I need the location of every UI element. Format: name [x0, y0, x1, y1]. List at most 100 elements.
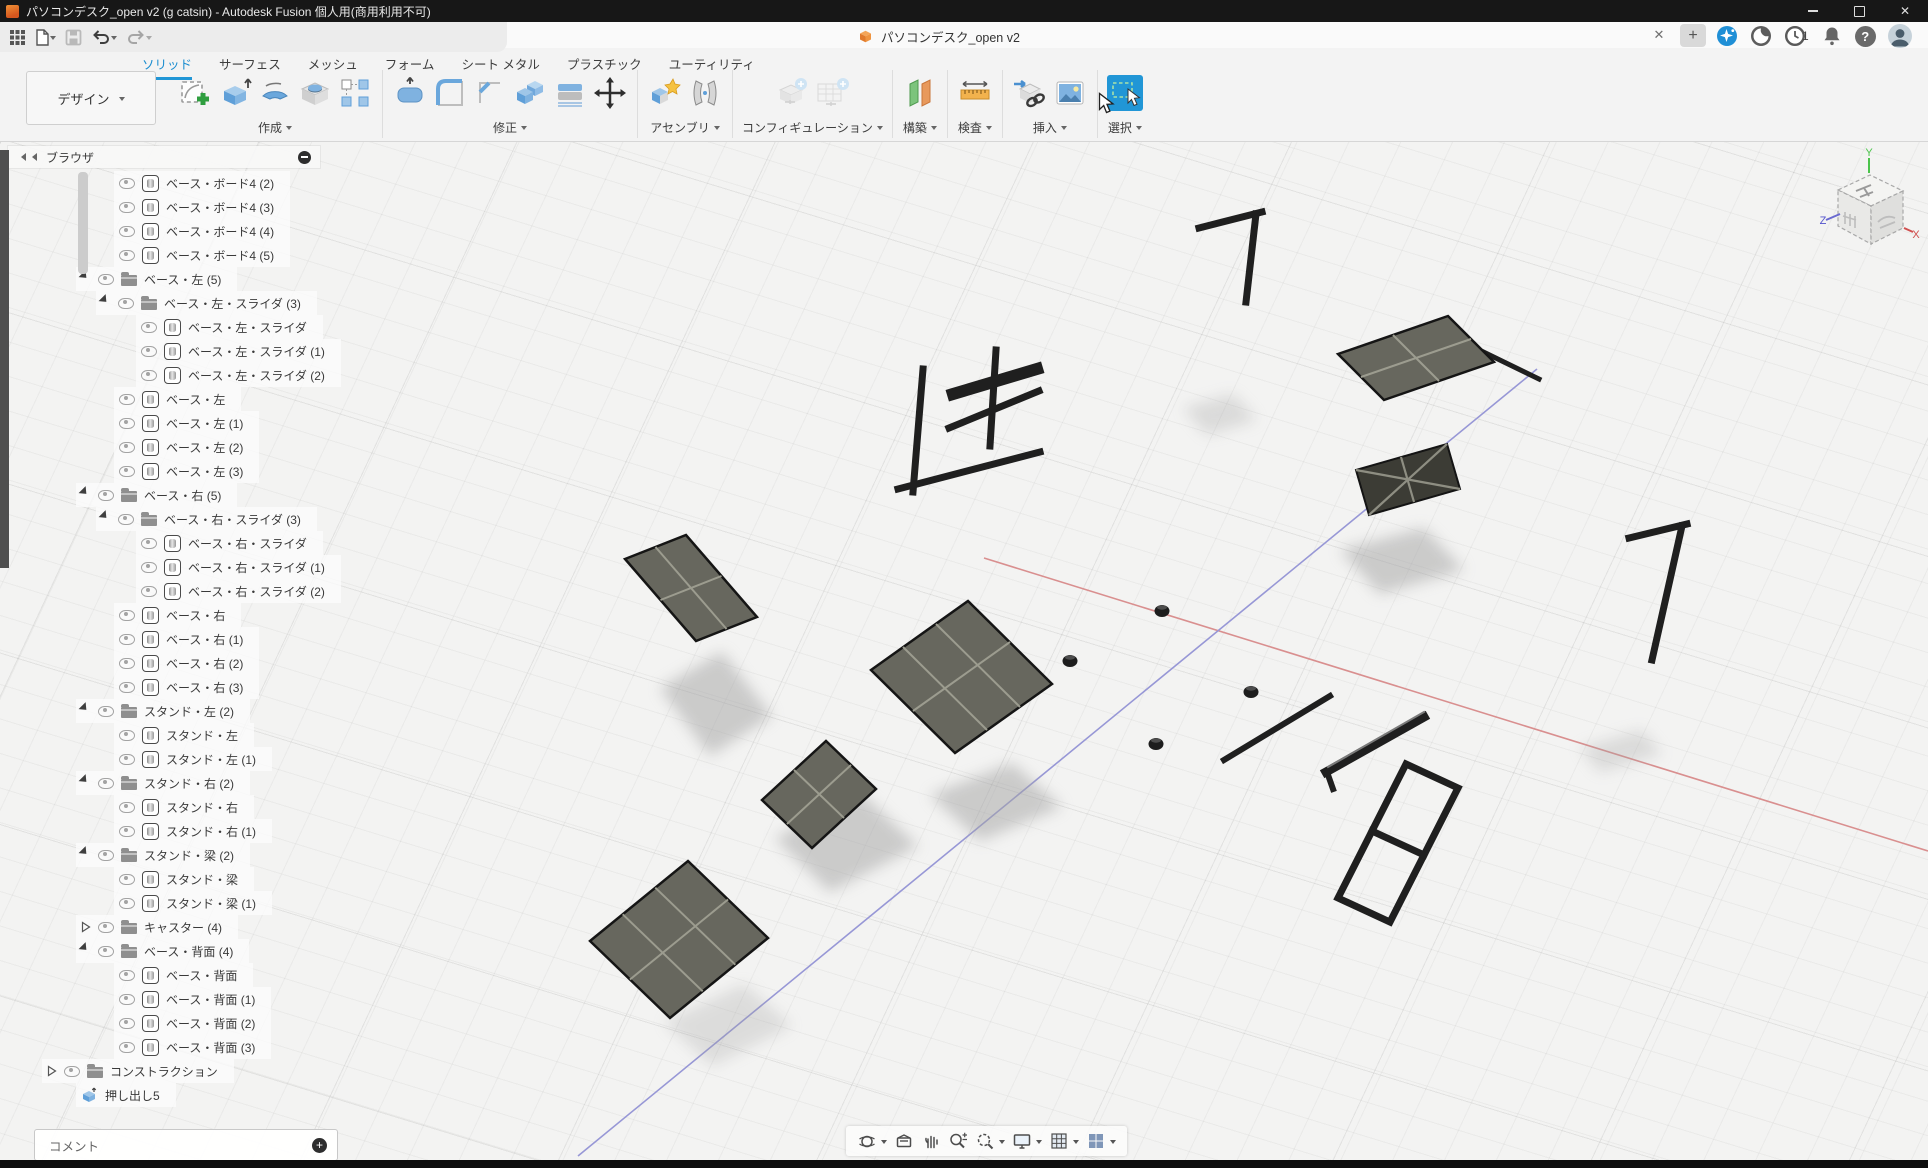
- visibility-eye-icon[interactable]: [141, 322, 157, 333]
- browser-row[interactable]: ベース・右: [114, 603, 241, 627]
- browser-row[interactable]: ベース・背面 (2): [114, 1011, 271, 1035]
- collapse-panel-icon[interactable]: [17, 153, 39, 161]
- grid-settings-button[interactable]: [1048, 1130, 1070, 1152]
- extrude-button[interactable]: [217, 75, 253, 111]
- expanded-triangle-icon[interactable]: [79, 702, 94, 717]
- new-tab-button[interactable]: +: [1680, 24, 1706, 47]
- revolve-button[interactable]: [257, 75, 293, 111]
- measure-button[interactable]: [957, 75, 993, 111]
- insert-derive-button[interactable]: [1012, 75, 1048, 111]
- collapsed-triangle-icon[interactable]: [81, 921, 91, 933]
- browser-row[interactable]: ベース・左 (3): [114, 459, 259, 483]
- expanded-triangle-icon[interactable]: [79, 774, 94, 789]
- expanded-triangle-icon[interactable]: [79, 942, 94, 957]
- display-settings-button[interactable]: [1011, 1130, 1033, 1152]
- visibility-eye-icon[interactable]: [141, 538, 157, 549]
- expanded-triangle-icon[interactable]: [79, 846, 94, 861]
- fit-button[interactable]: [974, 1130, 996, 1152]
- browser-row[interactable]: スタンド・右 (2): [76, 771, 250, 795]
- browser-row[interactable]: ベース・ボード4 (2): [114, 171, 290, 195]
- browser-row[interactable]: ベース・右 (3): [114, 675, 259, 699]
- visibility-eye-icon[interactable]: [119, 178, 135, 189]
- chamfer-button[interactable]: [472, 75, 508, 111]
- browser-row[interactable]: ベース・背面 (3): [114, 1035, 271, 1059]
- browser-row[interactable]: ベース・左 (2): [114, 435, 259, 459]
- visibility-eye-icon[interactable]: [98, 850, 114, 861]
- visibility-eye-icon[interactable]: [119, 730, 135, 741]
- create-sketch-button[interactable]: [177, 75, 213, 111]
- visibility-eye-icon[interactable]: [119, 1042, 135, 1053]
- notifications-center[interactable]: 1: [1784, 25, 1809, 47]
- collapsed-triangle-icon[interactable]: [47, 1065, 57, 1077]
- browser-row[interactable]: ベース・右 (2): [114, 651, 259, 675]
- browser-row[interactable]: 押し出し5: [76, 1083, 176, 1107]
- visibility-eye-icon[interactable]: [119, 994, 135, 1005]
- visibility-eye-icon[interactable]: [98, 490, 114, 501]
- add-comment-button[interactable]: +: [312, 1138, 327, 1153]
- visibility-eye-icon[interactable]: [119, 826, 135, 837]
- viewports-button[interactable]: [1085, 1130, 1107, 1152]
- browser-row[interactable]: ベース・左 (5): [76, 267, 237, 291]
- visibility-eye-icon[interactable]: [119, 634, 135, 645]
- offset-face-button[interactable]: [552, 75, 588, 111]
- new-component-button[interactable]: [647, 75, 683, 111]
- group-construct-label[interactable]: 構築: [903, 119, 937, 136]
- look-at-button[interactable]: [893, 1130, 915, 1152]
- browser-row[interactable]: ベース・右・スライダ (2): [136, 579, 341, 603]
- group-configuration-label[interactable]: コンフィギュレーション: [742, 119, 883, 136]
- browser-row[interactable]: ベース・右・スライダ (3): [96, 507, 317, 531]
- browser-row[interactable]: ベース・背面: [114, 963, 253, 987]
- browser-row[interactable]: ベース・左 (1): [114, 411, 259, 435]
- visibility-eye-icon[interactable]: [141, 562, 157, 573]
- browser-row[interactable]: ベース・ボード4 (5): [114, 243, 290, 267]
- browser-row[interactable]: スタンド・左: [114, 723, 254, 747]
- browser-row[interactable]: ベース・右・スライダ (1): [136, 555, 341, 579]
- press-pull-button[interactable]: [392, 75, 428, 111]
- tab-close-button[interactable]: ✕: [1650, 26, 1668, 44]
- redo-button[interactable]: [126, 29, 152, 45]
- visibility-eye-icon[interactable]: [119, 466, 135, 477]
- browser-header[interactable]: ブラウザ: [8, 146, 320, 168]
- group-create-label[interactable]: 作成: [258, 119, 292, 136]
- visibility-eye-icon[interactable]: [98, 706, 114, 717]
- browser-row[interactable]: スタンド・梁 (2): [76, 843, 250, 867]
- bell-icon[interactable]: [1821, 25, 1843, 47]
- dropdown-caret-icon[interactable]: [999, 1140, 1005, 1147]
- browser-row[interactable]: スタンド・右: [114, 795, 254, 819]
- browser-row[interactable]: ベース・左・スライダ (3): [96, 291, 317, 315]
- expanded-triangle-icon[interactable]: [79, 486, 94, 501]
- browser-row[interactable]: スタンド・左 (1): [114, 747, 272, 771]
- construct-plane-button[interactable]: [902, 75, 938, 111]
- minimize-button[interactable]: [1790, 0, 1836, 22]
- visibility-eye-icon[interactable]: [119, 418, 135, 429]
- dropdown-caret-icon[interactable]: [1036, 1140, 1042, 1147]
- dropdown-caret-icon[interactable]: [1110, 1140, 1116, 1147]
- maximize-button[interactable]: [1836, 0, 1882, 22]
- dropdown-caret-icon[interactable]: [1073, 1140, 1079, 1147]
- browser-row[interactable]: ベース・左・スライダ (1): [136, 339, 341, 363]
- combine-button[interactable]: [512, 75, 548, 111]
- visibility-eye-icon[interactable]: [119, 202, 135, 213]
- browser-row[interactable]: ベース・背面 (4): [76, 939, 249, 963]
- fillet-button[interactable]: [432, 75, 468, 111]
- browser-row[interactable]: スタンド・左 (2): [76, 699, 250, 723]
- group-inspect-label[interactable]: 検査: [958, 119, 992, 136]
- job-status-icon[interactable]: [1750, 25, 1772, 47]
- visibility-eye-icon[interactable]: [119, 394, 135, 405]
- visibility-eye-icon[interactable]: [98, 946, 114, 957]
- visibility-eye-icon[interactable]: [118, 514, 134, 525]
- browser-scrollbar[interactable]: [78, 172, 88, 274]
- browser-row[interactable]: ベース・左・スライダ (2): [136, 363, 341, 387]
- browser-row[interactable]: コンストラクション: [42, 1059, 234, 1083]
- zoom-button[interactable]: [947, 1130, 969, 1152]
- document-tab[interactable]: パソコンデスク_open v2: [858, 25, 1020, 47]
- browser-row[interactable]: ベース・右 (5): [76, 483, 237, 507]
- visibility-eye-icon[interactable]: [118, 298, 134, 309]
- visibility-eye-icon[interactable]: [119, 874, 135, 885]
- browser-row[interactable]: スタンド・梁: [114, 867, 254, 891]
- visibility-eye-icon[interactable]: [119, 802, 135, 813]
- browser-row[interactable]: ベース・右 (1): [114, 627, 259, 651]
- extensions-sparkle-icon[interactable]: [1716, 25, 1738, 47]
- visibility-eye-icon[interactable]: [119, 658, 135, 669]
- browser-row[interactable]: ベース・左・スライダ: [136, 315, 323, 339]
